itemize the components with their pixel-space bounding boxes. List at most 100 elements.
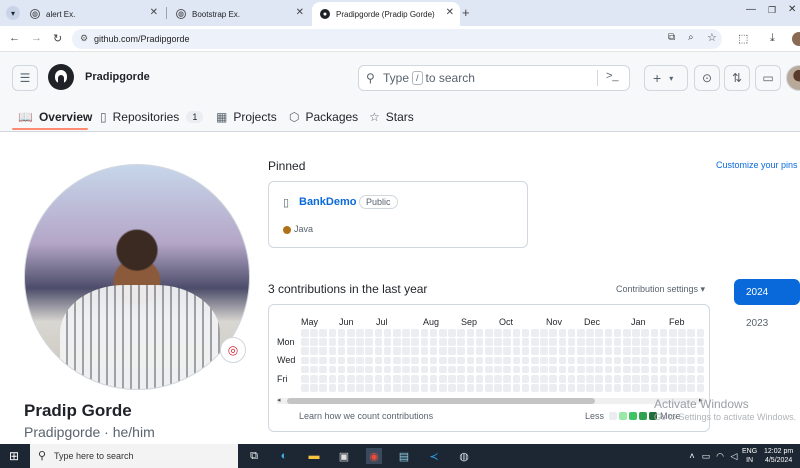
contribution-day[interactable] [466,384,475,392]
contribution-day[interactable] [687,338,695,346]
repo-name-link[interactable]: BankDemo [299,196,356,208]
address-bar[interactable]: ⚙ github.com/Pradipgorde ⧉ ⌕ ☆ [72,29,722,49]
contribution-day[interactable] [558,338,567,346]
contribution-day[interactable] [595,347,603,355]
contribution-day[interactable] [650,384,659,392]
contribution-day[interactable] [595,365,603,374]
contribution-day[interactable] [632,384,640,392]
contribution-day[interactable] [494,384,502,392]
contribution-day[interactable] [356,365,364,374]
contribution-day[interactable] [328,375,337,383]
contribution-day[interactable] [577,365,585,374]
contribution-day[interactable] [337,375,346,383]
github-logo-icon[interactable] [48,64,74,90]
contribution-day[interactable] [521,384,530,392]
contribution-day[interactable] [439,356,447,365]
contribution-day[interactable] [696,329,705,337]
contribution-day[interactable] [696,365,705,374]
contribution-settings-button[interactable]: Contribution settings ▾ [616,284,705,295]
contribution-day[interactable] [632,338,640,346]
contribution-day[interactable] [365,356,373,365]
year-button-2024[interactable]: 2024 [734,279,800,305]
contribution-day[interactable] [485,365,493,374]
contribution-day[interactable] [595,329,603,337]
contribution-day[interactable] [650,356,659,365]
contribution-day[interactable] [356,356,364,365]
search-input[interactable]: ⚲ Type / to search >_ [358,65,630,91]
contribution-day[interactable] [310,347,318,355]
contribution-day[interactable] [457,338,465,346]
contribution-day[interactable] [641,375,649,383]
taskbar-search-input[interactable]: ⚲ Type here to search [30,444,238,468]
contribution-day[interactable] [475,329,484,337]
contribution-day[interactable] [347,347,355,355]
contribution-day[interactable] [521,356,530,365]
contribution-day[interactable] [604,329,613,337]
contribution-day[interactable] [678,347,686,355]
contribution-day[interactable] [356,375,364,383]
contribution-day[interactable] [650,347,659,355]
site-info-icon[interactable]: ⚙ [80,33,88,44]
contribution-day[interactable] [494,356,502,365]
contribution-day[interactable] [485,384,493,392]
contribution-day[interactable] [669,347,677,355]
windows-start-icon[interactable]: ⊞ [6,448,22,464]
contribution-day[interactable] [512,375,521,383]
contribution-day[interactable] [503,347,511,355]
contribution-day[interactable] [310,384,318,392]
contribution-day[interactable] [475,347,484,355]
contribution-day[interactable] [558,356,567,365]
contribution-day[interactable] [337,329,346,337]
contribution-day[interactable] [567,329,576,337]
contribution-day[interactable] [457,375,465,383]
contribution-day[interactable] [448,338,456,346]
contribution-day[interactable] [411,356,419,365]
restore-icon[interactable]: ❐ [768,5,776,16]
contribution-day[interactable] [531,365,539,374]
chrome-icon[interactable]: ◉ [366,448,382,464]
contribution-day[interactable] [383,384,392,392]
contribution-day[interactable] [485,356,493,365]
contribution-day[interactable] [466,375,475,383]
contribution-day[interactable] [586,347,594,355]
contribution-day[interactable] [696,338,705,346]
contribution-day[interactable] [669,329,677,337]
learn-contributions-link[interactable]: Learn how we count contributions [299,411,433,421]
contribution-day[interactable] [669,375,677,383]
contribution-day[interactable] [577,347,585,355]
contribution-day[interactable] [549,365,557,374]
contribution-day[interactable] [623,375,631,383]
contribution-day[interactable] [393,338,401,346]
contribution-day[interactable] [650,338,659,346]
contribution-day[interactable] [310,365,318,374]
contribution-day[interactable] [319,338,327,346]
contribution-day[interactable] [641,356,649,365]
contribution-day[interactable] [457,347,465,355]
contribution-day[interactable] [347,356,355,365]
contribution-day[interactable] [439,384,447,392]
contribution-day[interactable] [641,338,649,346]
contribution-day[interactable] [374,365,383,374]
contribution-day[interactable] [696,375,705,383]
scroll-left-icon[interactable]: ◂ [277,396,281,404]
contribution-day[interactable] [439,365,447,374]
contribution-day[interactable] [457,384,465,392]
contribution-day[interactable] [613,338,622,346]
contribution-day[interactable] [696,347,705,355]
bookmark-star-icon[interactable]: ☆ [707,31,717,44]
contribution-day[interactable] [429,347,438,355]
contribution-day[interactable] [328,384,337,392]
contribution-day[interactable] [586,338,594,346]
contribution-day[interactable] [402,347,410,355]
contribution-day[interactable] [347,375,355,383]
command-palette-icon[interactable]: >_ [606,70,619,82]
contribution-day[interactable] [365,338,373,346]
contribution-day[interactable] [319,347,327,355]
contribution-day[interactable] [678,365,686,374]
contribution-day[interactable] [365,384,373,392]
year-link-2023[interactable]: 2023 [746,318,768,329]
clock[interactable]: 12:02 pm 4/5/2024 [764,447,793,465]
contribution-day[interactable] [383,338,392,346]
contribution-day[interactable] [356,384,364,392]
contribution-day[interactable] [531,375,539,383]
